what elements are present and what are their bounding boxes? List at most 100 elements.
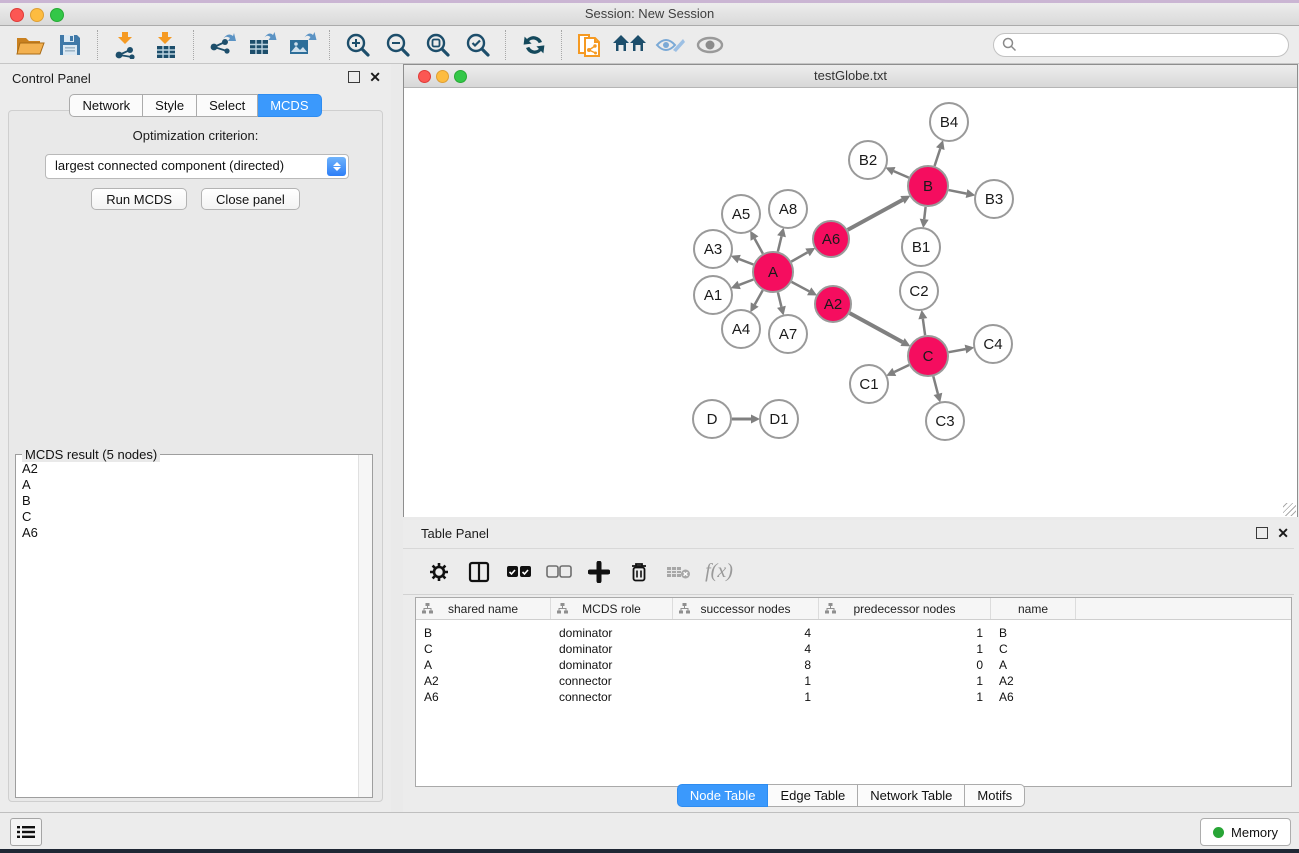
node-table: shared nameMCDS rolesuccessor nodesprede… (415, 597, 1292, 787)
plus-icon (588, 561, 610, 583)
graph-node-C1[interactable]: C1 (850, 365, 888, 403)
zoom-in-button[interactable] (338, 29, 378, 61)
list-item[interactable]: B (22, 493, 352, 509)
list-item[interactable]: A6 (22, 525, 352, 541)
show-column-panel-button[interactable] (461, 555, 497, 589)
column-header-predecessor-nodes[interactable]: predecessor nodes (819, 598, 991, 619)
zoom-out-button[interactable] (378, 29, 418, 61)
graph-node-C[interactable]: C (908, 336, 948, 376)
session-files-button[interactable] (570, 29, 610, 61)
graph-node-A3[interactable]: A3 (694, 230, 732, 268)
tab-motifs[interactable]: Motifs (965, 784, 1025, 807)
float-panel-icon[interactable] (348, 71, 360, 83)
run-mcds-button[interactable]: Run MCDS (91, 188, 187, 210)
table-row[interactable]: Adominator80A (416, 657, 1291, 673)
tab-network-table[interactable]: Network Table (858, 784, 965, 807)
tab-style[interactable]: Style (143, 94, 197, 117)
delete-table-button[interactable] (661, 555, 697, 589)
show-details-button[interactable] (690, 29, 730, 61)
memory-button[interactable]: Memory (1200, 818, 1291, 846)
graph-node-A[interactable]: A (753, 252, 793, 292)
tab-network[interactable]: Network (69, 94, 143, 117)
graph-node-B4[interactable]: B4 (930, 103, 968, 141)
apply-layout-button[interactable] (514, 29, 554, 61)
add-row-button[interactable] (581, 555, 617, 589)
save-session-button[interactable] (50, 29, 90, 61)
graph-node-B2[interactable]: B2 (849, 141, 887, 179)
graph-node-A2[interactable]: A2 (815, 286, 851, 322)
shared-column-icon (825, 603, 836, 614)
export-table-icon (247, 31, 277, 59)
graph-node-A8[interactable]: A8 (769, 190, 807, 228)
table-row[interactable]: Bdominator41B (416, 625, 1291, 641)
column-header-name[interactable]: name (991, 598, 1076, 619)
shared-column-icon (557, 603, 568, 614)
tab-select[interactable]: Select (197, 94, 258, 117)
list-item[interactable]: A (22, 477, 352, 493)
task-history-button[interactable] (10, 818, 42, 846)
function-builder-button[interactable]: f(x) (701, 555, 737, 589)
graph-node-D1[interactable]: D1 (760, 400, 798, 438)
list-item[interactable]: C (22, 509, 352, 525)
graph-node-B1[interactable]: B1 (902, 228, 940, 266)
zoom-fit-button[interactable] (418, 29, 458, 61)
import-table-button[interactable] (146, 29, 186, 61)
search-input[interactable] (1022, 36, 1288, 53)
float-table-panel-icon[interactable] (1256, 527, 1268, 539)
svg-text:D1: D1 (769, 411, 788, 428)
delete-row-button[interactable] (621, 555, 657, 589)
export-image-icon (287, 31, 317, 59)
graph-node-B[interactable]: B (908, 166, 948, 206)
close-panel-button[interactable]: Close panel (201, 188, 300, 210)
column-settings-button[interactable] (421, 555, 457, 589)
column-header-MCDS-role[interactable]: MCDS role (551, 598, 673, 619)
open-session-button[interactable] (10, 29, 50, 61)
network-canvas[interactable]: B4 B2 B B3 A5A8A6 B1 A3 A C2 A1 A2 A4A7 C4 C C1 C3 D D1 (404, 88, 1297, 517)
table-row[interactable]: Cdominator41C (416, 641, 1291, 657)
graph-edge-A-A4 (755, 290, 763, 304)
hide-details-button[interactable] (650, 29, 690, 61)
table-cell: 1 (819, 689, 991, 705)
deselect-all-button[interactable] (541, 555, 577, 589)
graph-edge-A-A3 (739, 259, 753, 264)
graph-node-A1[interactable]: A1 (694, 276, 732, 314)
tab-node-table[interactable]: Node Table (677, 784, 769, 807)
graph-node-B3[interactable]: B3 (975, 180, 1013, 218)
graph-node-C3[interactable]: C3 (926, 402, 964, 440)
network-view-window: testGlobe.txt B4B2BB3A5A8A6B1A3AC2A1A2A4… (403, 64, 1298, 517)
svg-text:B4: B4 (940, 114, 958, 131)
gear-icon (428, 561, 450, 583)
control-panel-tabs: NetworkStyleSelectMCDS (0, 94, 391, 117)
unchecked-boxes-icon (546, 565, 572, 579)
graph-node-A4[interactable]: A4 (722, 310, 760, 348)
result-scrollbar[interactable] (358, 455, 372, 797)
list-item[interactable]: A2 (22, 461, 352, 477)
graph-node-A6[interactable]: A6 (813, 221, 849, 257)
close-panel-icon[interactable]: ✕ (369, 71, 381, 83)
import-network-button[interactable] (106, 29, 146, 61)
optimization-criterion-select[interactable]: largest connected component (directed) (45, 154, 349, 179)
column-header-successor-nodes[interactable]: successor nodes (673, 598, 819, 619)
hide-eye-icon (655, 34, 685, 56)
zoom-selected-button[interactable] (458, 29, 498, 61)
home-button[interactable] (610, 29, 650, 61)
resize-grip[interactable] (1283, 503, 1296, 516)
export-image-button[interactable] (282, 29, 322, 61)
graph-node-C4[interactable]: C4 (974, 325, 1012, 363)
graph-node-C2[interactable]: C2 (900, 272, 938, 310)
graph-node-A5[interactable]: A5 (722, 195, 760, 233)
graph-node-A7[interactable]: A7 (769, 315, 807, 353)
table-row[interactable]: A6connector11A6 (416, 689, 1291, 705)
graph-edge-A-A1 (739, 280, 753, 285)
export-table-button[interactable] (242, 29, 282, 61)
column-header-shared-name[interactable]: shared name (416, 598, 551, 619)
svg-text:B2: B2 (859, 152, 877, 169)
close-table-panel-icon[interactable]: ✕ (1277, 527, 1289, 539)
tab-edge-table[interactable]: Edge Table (768, 784, 858, 807)
export-network-button[interactable] (202, 29, 242, 61)
graph-node-D[interactable]: D (693, 400, 731, 438)
table-row[interactable]: A2connector11A2 (416, 673, 1291, 689)
search-field[interactable] (993, 33, 1289, 57)
tab-mcds[interactable]: MCDS (258, 94, 321, 117)
select-all-button[interactable] (501, 555, 537, 589)
